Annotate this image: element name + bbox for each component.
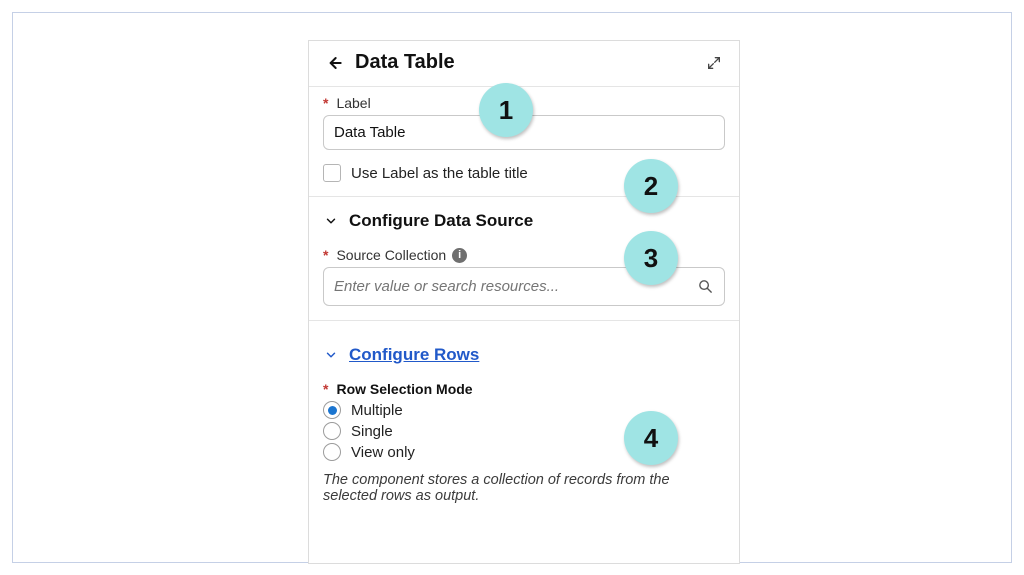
radio-single-label: Single [351, 423, 393, 440]
configure-rows-link[interactable]: Configure Rows [349, 345, 479, 365]
configure-rows-header[interactable]: Configure Rows [309, 321, 739, 373]
chevron-down-icon [323, 213, 339, 229]
radio-view-only[interactable] [323, 443, 341, 461]
configure-data-source-title: Configure Data Source [349, 211, 533, 231]
use-label-as-title-label: Use Label as the table title [351, 165, 528, 182]
required-asterisk: * [323, 247, 328, 263]
outer-frame: Data Table * Label Use Label as the tabl… [12, 12, 1012, 563]
label-caption-text: Label [336, 95, 370, 111]
row-selection-helper-text: The component stores a collection of rec… [323, 464, 725, 504]
radio-view-only-label: View only [351, 444, 415, 461]
callout-4: 4 [624, 411, 678, 465]
required-asterisk: * [323, 95, 328, 111]
callout-2: 2 [624, 159, 678, 213]
row-selection-mode-caption: * Row Selection Mode [323, 381, 725, 397]
panel-title: Data Table [355, 51, 703, 74]
callout-3: 3 [624, 231, 678, 285]
radio-multiple[interactable] [323, 401, 341, 419]
radio-single[interactable] [323, 422, 341, 440]
row-selection-mode-text: Row Selection Mode [336, 381, 472, 397]
use-label-as-title-checkbox[interactable] [323, 164, 341, 182]
required-asterisk: * [323, 381, 328, 397]
back-arrow-icon[interactable] [323, 52, 345, 74]
info-icon[interactable]: i [452, 248, 467, 263]
source-collection-caption-text: Source Collection [336, 247, 446, 263]
chevron-down-icon [323, 347, 339, 363]
search-icon[interactable] [696, 278, 714, 296]
properties-panel: Data Table * Label Use Label as the tabl… [308, 40, 740, 564]
expand-icon[interactable] [703, 52, 725, 74]
configure-data-source-header[interactable]: Configure Data Source [309, 197, 739, 239]
panel-header: Data Table [309, 41, 739, 87]
callout-1: 1 [479, 83, 533, 137]
radio-multiple-label: Multiple [351, 402, 403, 419]
